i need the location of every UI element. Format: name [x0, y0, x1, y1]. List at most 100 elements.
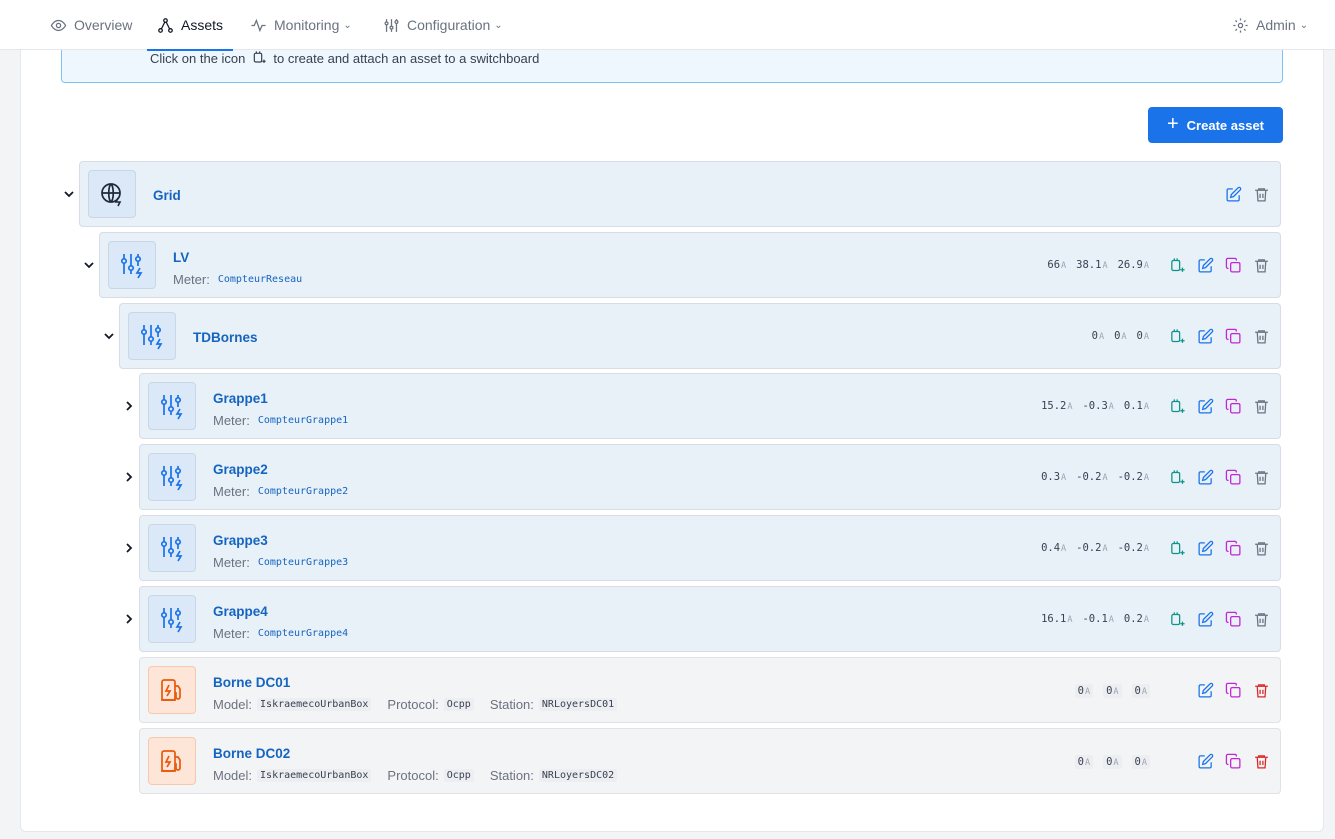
edit-button[interactable] [1196, 397, 1214, 415]
edit-icon [1197, 753, 1213, 769]
attach-asset-button[interactable] [1168, 468, 1186, 486]
edit-button[interactable] [1196, 256, 1214, 274]
eye-icon [50, 19, 67, 31]
nav-monitoring[interactable]: Monitoring ⌄ [250, 0, 352, 50]
reading-value: 0 [1136, 330, 1143, 342]
duplicate-button[interactable] [1224, 610, 1242, 628]
delete-button[interactable] [1252, 327, 1270, 345]
duplicate-button[interactable] [1224, 397, 1242, 415]
asset-name[interactable]: Grappe2 [213, 462, 268, 477]
delete-button[interactable] [1252, 539, 1270, 557]
duplicate-icon [1225, 753, 1241, 769]
reading-value: 0.3 [1041, 471, 1061, 483]
trash-icon [1254, 399, 1268, 414]
switchboard-icon [160, 537, 183, 562]
phase-reading: 0.1 A [1124, 400, 1149, 412]
delete-button[interactable] [1252, 681, 1270, 699]
collapse-toggle[interactable] [82, 258, 96, 272]
duplicate-icon [1225, 257, 1241, 273]
delete-button[interactable] [1252, 752, 1270, 770]
asset-name[interactable]: Borne DC02 [213, 746, 290, 761]
asset-meter: Meter: CompteurGrappe3 [213, 555, 351, 570]
trash-icon [1254, 470, 1268, 485]
phase-readings: 0.4 A -0.2 A -0.2 A [1041, 542, 1149, 554]
row-actions [1224, 162, 1270, 226]
duplicate-button[interactable] [1224, 468, 1242, 486]
attach-asset-icon [1170, 540, 1185, 555]
asset-row: Grappe2 Meter: CompteurGrappe2 0.3 A -0.2 A -0.… [139, 444, 1281, 510]
asset-name[interactable]: TDBornes [193, 330, 258, 345]
edit-icon [1197, 398, 1213, 414]
duplicate-button[interactable] [1224, 539, 1242, 557]
reading-value: 38.1 [1076, 259, 1102, 271]
edit-button[interactable] [1224, 185, 1242, 203]
expand-toggle[interactable] [122, 470, 136, 484]
phase-reading: -0.2 A [1118, 542, 1149, 554]
station-label: Station: [489, 768, 534, 783]
reading-value: 16.1 [1041, 613, 1067, 625]
delete-button[interactable] [1252, 185, 1270, 203]
delete-button[interactable] [1252, 610, 1270, 628]
collapse-toggle[interactable] [62, 187, 76, 201]
asset-name[interactable]: Grappe4 [213, 604, 268, 619]
nav-overview[interactable]: Overview [50, 0, 132, 50]
delete-button[interactable] [1252, 468, 1270, 486]
chevron-down-icon: ⌄ [494, 19, 503, 31]
duplicate-button[interactable] [1224, 681, 1242, 699]
reading-value: -0.3 [1082, 400, 1108, 412]
expand-toggle[interactable] [122, 541, 136, 555]
expand-toggle[interactable] [122, 399, 136, 413]
station-value: NRLoyersDC02 [538, 769, 618, 782]
switchboard-icon [120, 254, 143, 279]
chevron-right-icon [126, 401, 133, 411]
attach-asset-button[interactable] [1168, 397, 1186, 415]
collapse-toggle[interactable] [102, 329, 116, 343]
phase-reading: 0.2 A [1124, 613, 1149, 625]
duplicate-button[interactable] [1224, 256, 1242, 274]
edit-icon [1197, 257, 1213, 273]
attach-asset-icon [1170, 398, 1185, 413]
user-menu[interactable]: Admin ⌄ [1232, 0, 1308, 50]
meter-label: Meter: [173, 272, 210, 287]
asset-name[interactable]: Grappe3 [213, 533, 268, 548]
asset-name[interactable]: Grid [153, 188, 181, 203]
asset-row: Grappe4 Meter: CompteurGrappe4 16.1 A -0.1 A 0.… [139, 586, 1281, 652]
attach-asset-button[interactable] [1168, 539, 1186, 557]
asset-name[interactable]: Borne DC01 [213, 675, 290, 690]
meter-name: CompteurGrappe1 [257, 415, 349, 426]
asset-name[interactable]: Grappe1 [213, 391, 268, 406]
create-asset-button[interactable]: + Create asset [1148, 107, 1283, 143]
nav-assets-label: Assets [181, 17, 224, 33]
duplicate-button[interactable] [1224, 752, 1242, 770]
edit-icon [1197, 611, 1213, 627]
edit-button[interactable] [1196, 752, 1214, 770]
phase-reading: 0A [1103, 684, 1122, 698]
asset-name[interactable]: LV [173, 250, 189, 265]
phase-reading: 0A [1092, 330, 1104, 342]
duplicate-button[interactable] [1224, 327, 1242, 345]
reading-value: 0 [1077, 756, 1084, 768]
meter-name: CompteurReseau [217, 274, 303, 285]
delete-button[interactable] [1252, 256, 1270, 274]
edit-button[interactable] [1196, 468, 1214, 486]
reading-unit: A [1098, 332, 1105, 342]
attach-asset-button[interactable] [1168, 256, 1186, 274]
edit-button[interactable] [1196, 681, 1214, 699]
phase-readings: 15.2 A -0.3 A 0.1 A [1041, 400, 1149, 412]
attach-asset-button[interactable] [1168, 327, 1186, 345]
reading-value: -0.2 [1117, 471, 1143, 483]
edit-button[interactable] [1196, 327, 1214, 345]
meter-label: Meter: [213, 413, 250, 428]
nav-monitoring-label: Monitoring [274, 17, 340, 33]
nav-assets[interactable]: Assets [146, 0, 234, 51]
phase-reading: 0A [1137, 330, 1149, 342]
attach-asset-button[interactable] [1168, 610, 1186, 628]
phase-reading: 0.3 A [1041, 471, 1066, 483]
edit-button[interactable] [1196, 539, 1214, 557]
nav-configuration[interactable]: Configuration ⌄ [383, 0, 503, 50]
station-value: NRLoyersDC01 [538, 698, 618, 711]
expand-toggle[interactable] [122, 612, 136, 626]
delete-button[interactable] [1252, 397, 1270, 415]
edit-button[interactable] [1196, 610, 1214, 628]
chevron-right-icon [126, 472, 133, 482]
